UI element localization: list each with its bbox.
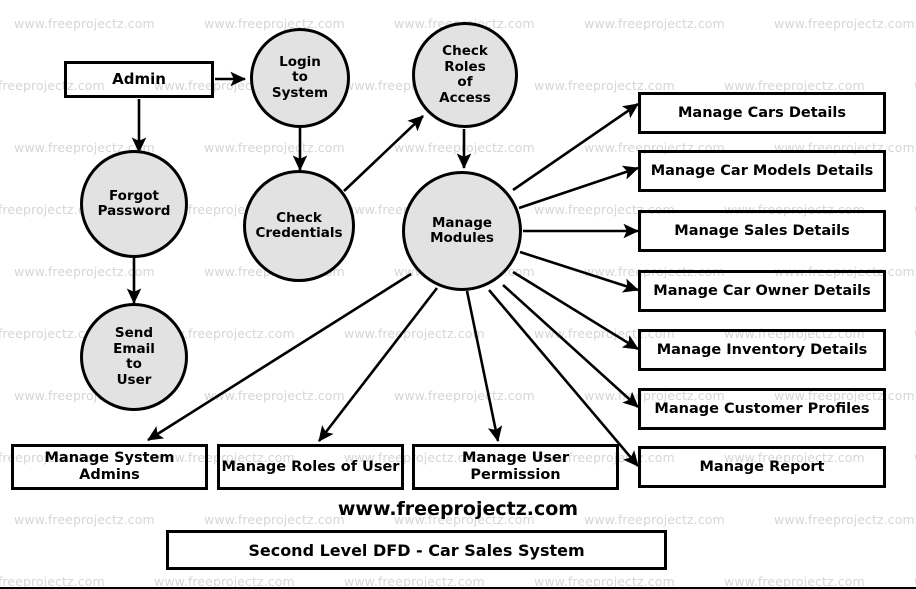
box-manage-inventory-details[interactable]: Manage Inventory Details <box>638 329 886 371</box>
flow-modules-to-rolesofuser <box>317 287 439 442</box>
process-forgot-password[interactable]: Forgot Password <box>80 150 188 258</box>
watermark-text: www.freeprojectz.com <box>394 140 535 155</box>
box-manage-user-permission-label: Manage User Permission <box>462 450 569 483</box>
process-manage-modules-label: Manage Modules <box>430 214 494 246</box>
process-login-to-system-label: Login to System <box>271 53 329 101</box>
flow-modules-to-customer <box>502 284 639 408</box>
box-manage-car-owner-details[interactable]: Manage Car Owner Details <box>638 270 886 312</box>
process-forgot-password-label: Forgot Password <box>97 187 171 219</box>
box-manage-system-admins[interactable]: Manage System Admins <box>11 444 208 490</box>
diagram-title-box: Second Level DFD - Car Sales System <box>166 530 667 570</box>
box-manage-system-admins-label: Manage System Admins <box>44 450 175 483</box>
dfd-diagram-canvas: www.freeprojectz.com www.freeprojectz.com… <box>0 0 916 589</box>
box-manage-user-permission[interactable]: Manage User Permission <box>412 444 619 490</box>
box-manage-cars-details[interactable]: Manage Cars Details <box>638 92 886 134</box>
flow-modules-to-carmodels <box>518 165 639 210</box>
process-check-roles-of-access-label: Check Roles of Access <box>439 43 491 106</box>
box-manage-car-owner-details-label: Manage Car Owner Details <box>653 282 871 299</box>
process-check-credentials-label: Check Credentials <box>255 209 343 241</box>
box-manage-cars-details-label: Manage Cars Details <box>678 104 846 121</box>
box-manage-customer-profiles[interactable]: Manage Customer Profiles <box>638 388 886 430</box>
entity-admin-label: Admin <box>112 70 166 88</box>
box-manage-inventory-details-label: Manage Inventory Details <box>656 341 868 358</box>
flow-modules-to-inventory <box>512 270 639 351</box>
box-manage-roles-of-user[interactable]: Manage Roles of User <box>217 444 404 490</box>
watermark-text: www.freeprojectz.com <box>724 78 865 93</box>
process-manage-modules[interactable]: Manage Modules <box>402 171 522 291</box>
watermark-text: www.freeprojectz.com <box>14 16 155 31</box>
box-manage-car-models-details-label: Manage Car Models Details <box>650 162 874 179</box>
flow-modules-to-userpermission <box>465 290 503 443</box>
watermark-text: www.freeprojectz.com <box>344 326 485 341</box>
process-send-email-to-user-label: Send Email to User <box>113 325 155 388</box>
flow-modules-to-carowner <box>519 250 639 293</box>
diagram-title-label: Second Level DFD - Car Sales System <box>248 540 585 560</box>
flow-checkcred-to-checkroles <box>343 115 424 192</box>
watermark-text: www.freeprojectz.com <box>204 140 345 155</box>
box-manage-roles-of-user-label: Manage Roles of User <box>221 458 400 475</box>
box-manage-sales-details[interactable]: Manage Sales Details <box>638 210 886 252</box>
box-manage-customer-profiles-label: Manage Customer Profiles <box>654 400 870 417</box>
process-check-roles-of-access[interactable]: Check Roles of Access <box>412 22 518 128</box>
watermark-text: www.freeprojectz.com <box>204 16 345 31</box>
watermark-text: www.freeprojectz.com <box>14 264 155 279</box>
flow-modules-to-cars <box>512 102 639 192</box>
site-watermark-label: www.freeprojectz.com <box>337 498 579 520</box>
process-login-to-system[interactable]: Login to System <box>250 28 350 128</box>
watermark-text: www.freeprojectz.com <box>394 388 535 403</box>
box-manage-report-label: Manage Report <box>699 458 825 475</box>
box-manage-car-models-details[interactable]: Manage Car Models Details <box>638 150 886 192</box>
box-manage-report[interactable]: Manage Report <box>638 446 886 488</box>
watermark-text: www.freeprojectz.com <box>204 388 345 403</box>
watermark-text: www.freeprojectz.com <box>534 78 675 93</box>
watermark-text: www.freeprojectz.com <box>774 16 915 31</box>
process-send-email-to-user[interactable]: Send Email to User <box>80 303 188 411</box>
box-manage-sales-details-label: Manage Sales Details <box>674 222 850 239</box>
entity-admin[interactable]: Admin <box>64 61 214 98</box>
watermark-text: www.freeprojectz.com <box>584 16 725 31</box>
flow-modules-to-report <box>488 289 639 467</box>
process-check-credentials[interactable]: Check Credentials <box>243 170 355 282</box>
